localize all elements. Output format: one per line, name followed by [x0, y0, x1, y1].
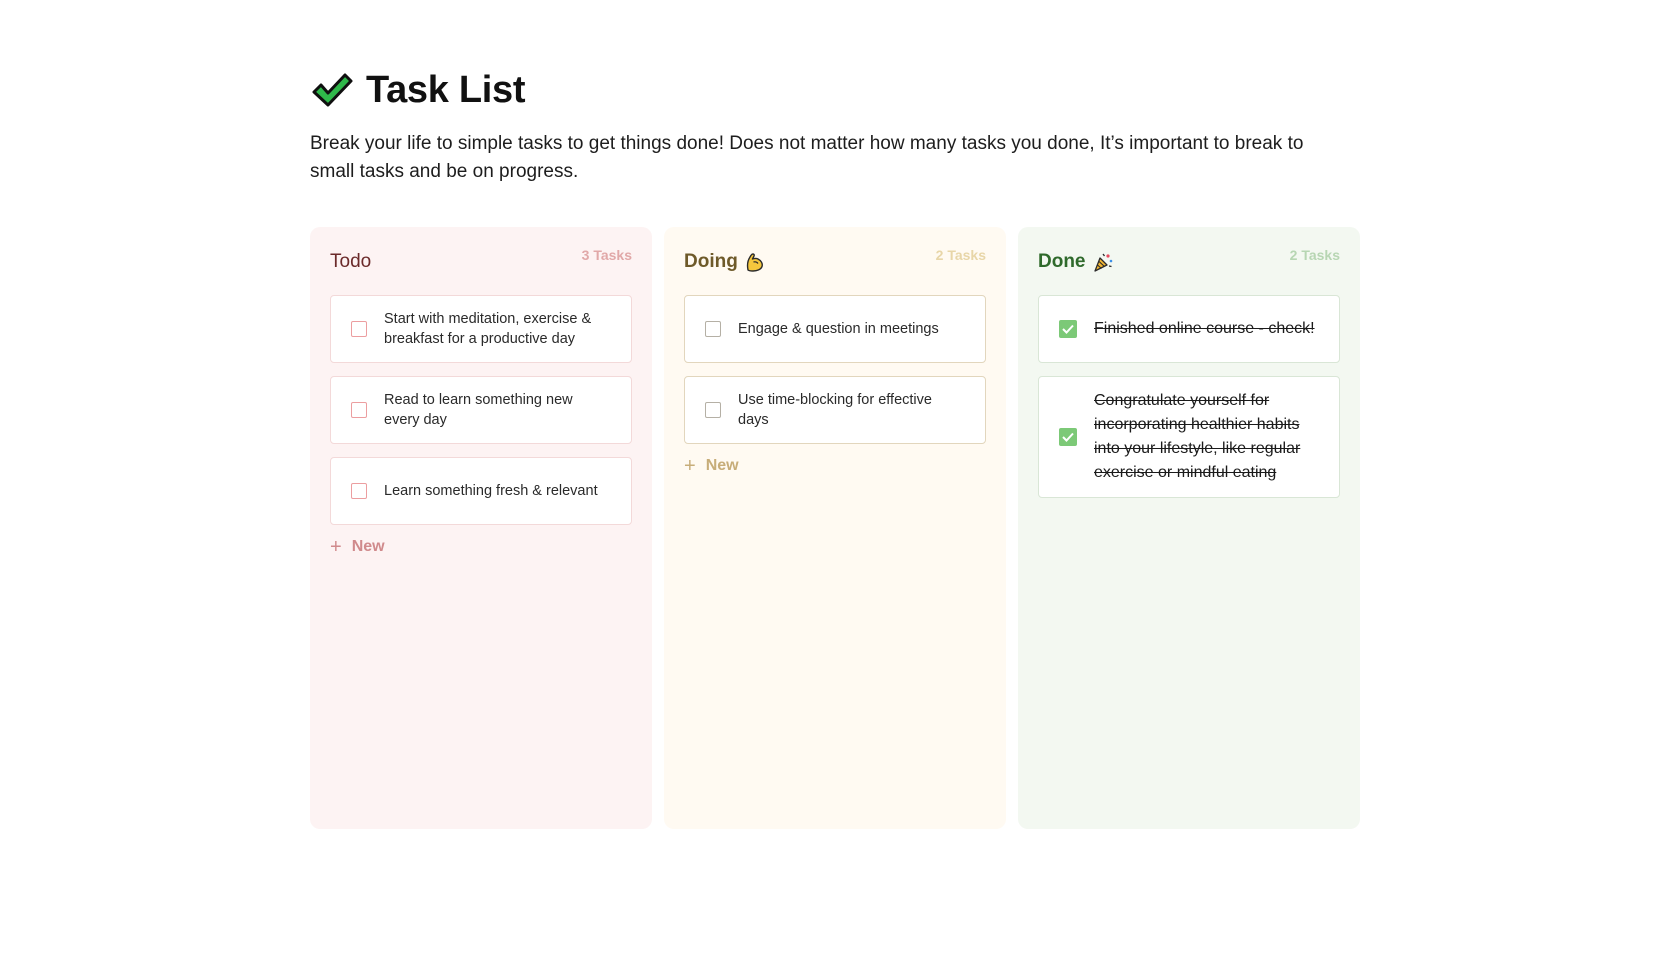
column-header: Doing 2 Tasks	[684, 247, 986, 295]
kanban-board: Todo 3 Tasks Start with meditation, exer…	[310, 227, 1360, 829]
plus-icon: +	[684, 455, 696, 477]
task-text: Start with meditation, exercise & breakf…	[384, 311, 592, 347]
flexed-biceps-icon	[744, 251, 766, 273]
task-text: Use time-blocking for effective days	[738, 392, 932, 428]
page-content: Task List Break your life to simple task…	[310, 64, 1360, 829]
column-title-text: Doing	[684, 251, 738, 272]
column-title-text: Todo	[330, 251, 372, 272]
task-text: Engage & question in meetings	[738, 321, 939, 337]
column-title-text: Done	[1038, 251, 1086, 272]
new-task-button[interactable]: + New	[684, 455, 986, 477]
column-done: Done 2 Tasks Finished online course - ch…	[1018, 227, 1360, 829]
task-count: 2 Tasks	[935, 247, 986, 263]
column-header: Done 2 Tasks	[1038, 247, 1340, 295]
task-card[interactable]: Engage & question in meetings	[684, 295, 986, 363]
task-text: Finished online course - check!	[1094, 320, 1315, 337]
task-checkbox[interactable]	[351, 483, 367, 499]
new-task-label: New	[705, 457, 739, 474]
task-card[interactable]: Finished online course - check!	[1038, 295, 1340, 363]
task-count: 2 Tasks	[1289, 247, 1340, 263]
task-card[interactable]: Use time-blocking for effective days	[684, 376, 986, 444]
task-checkbox[interactable]	[351, 321, 367, 337]
task-card[interactable]: Read to learn something new every day	[330, 376, 632, 444]
new-task-button[interactable]: + New	[330, 536, 632, 558]
checkmark-icon	[1062, 324, 1074, 334]
task-checkbox-checked[interactable]	[1059, 428, 1077, 446]
column-title[interactable]: Doing	[684, 251, 766, 273]
task-card[interactable]: Start with meditation, exercise & breakf…	[330, 295, 632, 363]
task-checkbox[interactable]	[705, 321, 721, 337]
task-checkbox[interactable]	[705, 402, 721, 418]
title-row: Task List	[310, 64, 1360, 116]
task-card[interactable]: Learn something fresh & relevant	[330, 457, 632, 525]
task-count: 3 Tasks	[581, 247, 632, 263]
task-checkbox-checked[interactable]	[1059, 320, 1077, 338]
plus-icon: +	[330, 536, 342, 558]
task-text: Congratulate yourself for incorporating …	[1094, 392, 1301, 481]
task-text: Learn something fresh & relevant	[384, 483, 598, 499]
checkmark-icon	[1062, 432, 1074, 442]
column-title[interactable]: Done	[1038, 251, 1114, 273]
column-title[interactable]: Todo	[330, 251, 371, 273]
column-todo: Todo 3 Tasks Start with meditation, exer…	[310, 227, 652, 829]
party-popper-icon	[1092, 251, 1114, 273]
task-checkbox[interactable]	[351, 402, 367, 418]
task-card[interactable]: Congratulate yourself for incorporating …	[1038, 376, 1340, 498]
new-task-label: New	[351, 538, 385, 555]
task-text: Read to learn something new every day	[384, 392, 573, 428]
check-mark-icon	[310, 68, 354, 112]
column-header: Todo 3 Tasks	[330, 247, 632, 295]
page-title: Task List	[366, 68, 526, 111]
page-description: Break your life to simple tasks to get t…	[310, 133, 1304, 182]
column-doing: Doing 2 Tasks Engage & question in meeti…	[664, 227, 1006, 829]
